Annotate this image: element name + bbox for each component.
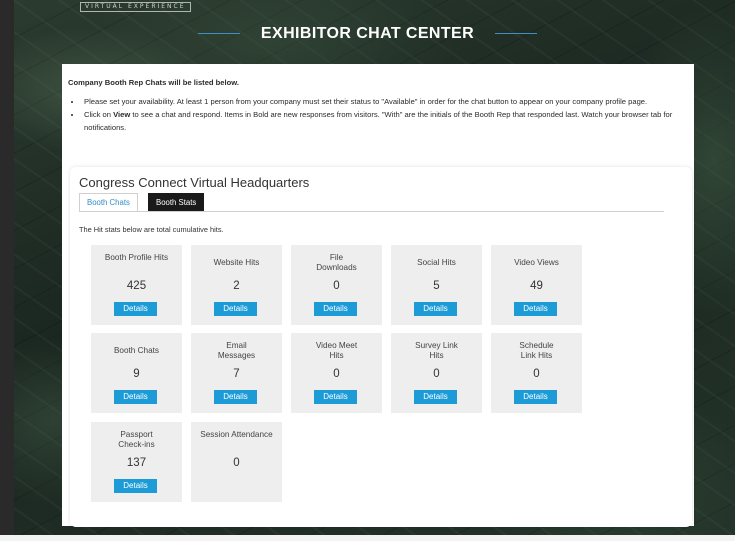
stat-label: Social Hits [417,258,456,267]
stat-value: 0 [333,368,340,380]
page-header: EXHIBITOR CHAT CENTER [0,25,735,43]
stat-value: 49 [530,280,543,292]
stat-value: 0 [533,368,540,380]
stat-value: 7 [233,368,240,380]
stat-value: 0 [333,280,340,292]
details-button[interactable]: Details [414,302,457,316]
instruction-view: Click on View to see a chat and respond.… [82,108,688,134]
stat-label: Schedule Link Hits [519,341,554,360]
header-line-right [494,33,537,35]
stat-value: 2 [233,280,240,292]
instruction-availability: Please set your availability. At least 1… [82,95,688,108]
tab-bar: Booth Chats Booth Stats [79,193,664,212]
details-button[interactable]: Details [114,479,157,493]
stat-video-meet-hits: Video Meet Hits 0 Details [291,333,382,413]
details-button[interactable]: Details [314,302,357,316]
stat-session-attendance: Session Attendance 0 [191,422,282,502]
stat-label: Booth Chats [113,346,160,355]
instruction-view-post: to see a chat and respond. Items in Bold… [84,110,673,132]
stat-label: Passport Check-ins [118,430,155,449]
intro-section: Company Booth Rep Chats will be listed b… [68,76,688,134]
instruction-view-pre: Click on [84,110,114,119]
stat-social-hits: Social Hits 5 Details [391,245,482,325]
stat-video-views: Video Views 49 Details [491,245,582,325]
stat-booth-profile-hits: Booth Profile Hits 425 Details [91,245,182,325]
stat-value: 137 [126,457,147,469]
instruction-list: Please set your availability. At least 1… [68,95,688,134]
stat-label: Session Attendance [200,430,273,439]
header-line-left [198,33,241,35]
stat-file-downloads: File Downloads 0 Details [291,245,382,325]
details-button[interactable]: Details [214,390,257,404]
stat-label: File Downloads [316,253,357,272]
bottom-bar [0,535,735,541]
stat-label: Video Views [514,258,559,267]
stat-value: 5 [433,280,440,292]
stat-label: Website Hits [213,258,260,267]
stat-label: Survey Link Hits [415,341,458,360]
stat-label: Booth Profile Hits [104,253,169,262]
stat-website-hits: Website Hits 2 Details [191,245,282,325]
details-button[interactable]: Details [114,390,157,404]
stat-passport-check-ins: Passport Check-ins 137 Details [91,422,182,502]
details-button[interactable]: Details [114,302,157,316]
card-title: Congress Connect Virtual Headquarters [79,175,310,190]
stat-schedule-link-hits: Schedule Link Hits 0 Details [491,333,582,413]
stat-survey-link-hits: Survey Link Hits 0 Details [391,333,482,413]
virtual-experience-logo: VIRTUAL EXPERIENCE [80,2,191,12]
stat-booth-chats: Booth Chats 9 Details [91,333,182,413]
details-button[interactable]: Details [214,302,257,316]
instruction-view-bold: View [113,110,131,119]
details-button[interactable]: Details [314,390,357,404]
details-button[interactable]: Details [514,390,557,404]
hit-stats-note: The Hit stats below are total cumulative… [79,225,224,234]
intro-heading: Company Booth Rep Chats will be listed b… [68,78,240,87]
stat-value: 0 [433,368,440,380]
stat-value: 9 [133,368,140,380]
page-title: EXHIBITOR CHAT CENTER [260,25,475,42]
tab-booth-stats[interactable]: Booth Stats [148,193,205,211]
stat-label: Email Messages [217,341,256,360]
tab-booth-chats[interactable]: Booth Chats [79,193,138,211]
main-panel: Company Booth Rep Chats will be listed b… [62,64,694,527]
stat-value: 425 [126,280,147,292]
stat-value: 0 [233,457,240,469]
left-edge-bar [0,0,14,541]
details-button[interactable]: Details [414,390,457,404]
headquarters-card: Congress Connect Virtual Headquarters Bo… [70,167,692,527]
stat-email-messages: Email Messages 7 Details [191,333,282,413]
stat-label: Video Meet Hits [315,341,358,360]
details-button[interactable]: Details [514,302,557,316]
